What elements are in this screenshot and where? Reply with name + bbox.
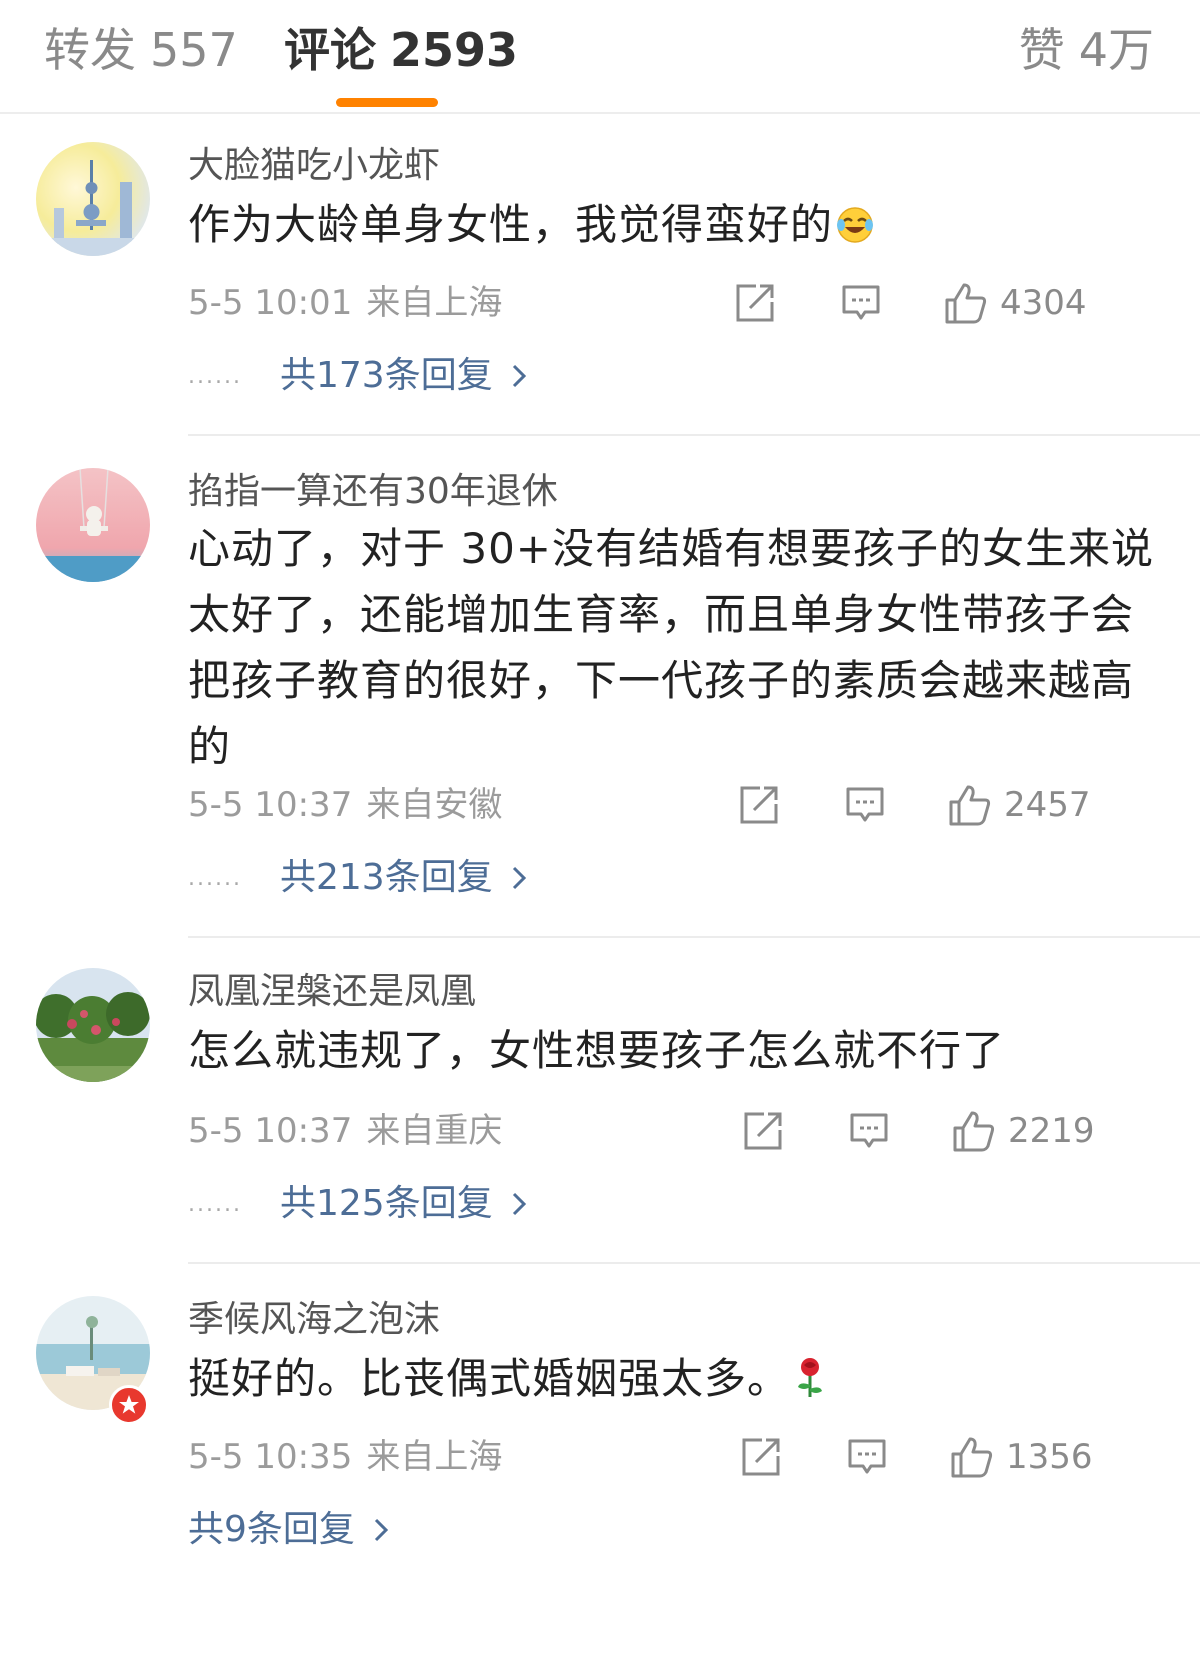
comment-icon xyxy=(848,1110,890,1152)
comment-date: 5-5 10:01 xyxy=(188,283,353,323)
replies-dots: ...... xyxy=(188,866,242,891)
replies-dots: ...... xyxy=(188,364,242,389)
comment-meta: 5-5 10:35 来自上海 xyxy=(188,1432,502,1482)
comment-text: 心动了，对于 30+没有结婚有想要孩子的女生来说太好了，还能增加生育率，而且单身… xyxy=(188,516,1168,780)
comment-text: 怎么就违规了，女性想要孩子怎么就不行了 xyxy=(188,1018,1168,1084)
comment-date: 5-5 10:37 xyxy=(188,785,353,825)
like-button[interactable]: 2457 xyxy=(948,780,1091,830)
repost-button[interactable] xyxy=(738,780,780,830)
tab-repost-count: 557 xyxy=(150,23,238,77)
comment-date: 5-5 10:37 xyxy=(188,1111,353,1151)
comment-icon xyxy=(840,282,882,324)
comment-text-body: 心动了，对于 30+没有结婚有想要孩子的女生来说太好了，还能增加生育率，而且单身… xyxy=(188,524,1154,771)
chevron-right-icon xyxy=(511,852,527,908)
like-count: 2219 xyxy=(1008,1111,1095,1151)
divider xyxy=(188,936,1200,938)
comment-date: 5-5 10:35 xyxy=(188,1437,353,1477)
tab-like-label: 赞 xyxy=(1018,23,1065,77)
replies-count: 共213条回复 xyxy=(280,857,493,898)
view-replies-link[interactable]: ...... 共173条回复 xyxy=(188,348,527,404)
divider xyxy=(188,1262,1200,1264)
like-button[interactable]: 1356 xyxy=(950,1432,1093,1482)
view-replies-link[interactable]: 共9条回复 xyxy=(188,1502,389,1558)
thumbs-up-icon xyxy=(948,783,992,827)
comment-text: 挺好的。比丧偶式婚姻强太多。 xyxy=(188,1346,1168,1418)
chevron-right-icon xyxy=(511,1178,527,1234)
like-count: 2457 xyxy=(1004,785,1091,825)
active-tab-indicator xyxy=(336,98,438,107)
comment-icon xyxy=(846,1436,888,1478)
repost-icon xyxy=(738,784,780,826)
tab-comment-count: 2593 xyxy=(390,23,519,77)
view-replies-link[interactable]: ...... 共213条回复 xyxy=(188,850,527,906)
avatar-tower-image xyxy=(36,142,150,256)
comment-location: 来自上海 xyxy=(366,283,503,323)
comment-text-body: 怎么就违规了，女性想要孩子怎么就不行了 xyxy=(188,1026,1006,1075)
like-count: 4304 xyxy=(1000,283,1087,323)
avatar-astronaut-swing-image xyxy=(36,468,150,582)
comment-button[interactable] xyxy=(840,278,882,328)
thumbs-up-icon xyxy=(950,1435,994,1479)
repost-icon xyxy=(740,1436,782,1478)
avatar[interactable] xyxy=(36,968,150,1082)
username[interactable]: 掐指一算还有30年退休 xyxy=(188,468,558,516)
comment-icon xyxy=(844,784,886,826)
username[interactable]: 大脸猫吃小龙虾 xyxy=(188,142,440,190)
comment-page: 转发 557 评论 2593 赞 4万 大脸猫吃小龙虾 作为大龄单身女性，我觉得… xyxy=(0,0,1200,1678)
comment-text-body: 挺好的。比丧偶式婚姻强太多。 xyxy=(188,1354,791,1403)
like-button[interactable]: 2219 xyxy=(952,1106,1095,1156)
view-replies-link[interactable]: ...... 共125条回复 xyxy=(188,1176,527,1232)
tab-comment-label: 评论 xyxy=(284,23,376,77)
comment-text: 作为大龄单身女性，我觉得蛮好的 xyxy=(188,192,1168,264)
comment-button[interactable] xyxy=(844,780,886,830)
avatar-garden-image xyxy=(36,968,150,1082)
comment-meta: 5-5 10:37 来自重庆 xyxy=(188,1106,502,1156)
avatar[interactable] xyxy=(36,142,150,256)
comment-text-body: 作为大龄单身女性，我觉得蛮好的 xyxy=(188,200,834,249)
thumbs-up-icon xyxy=(952,1109,996,1153)
tab-comment[interactable]: 评论 2593 xyxy=(284,20,518,80)
replies-count: 共125条回复 xyxy=(280,1183,493,1224)
comment-item: 大脸猫吃小龙虾 作为大龄单身女性，我觉得蛮好的 5-5 10:01 来自上海 43… xyxy=(0,142,1200,442)
username[interactable]: 凤凰涅槃还是凤凰 xyxy=(188,968,476,1016)
rose-emoji-icon xyxy=(792,1352,828,1418)
repost-button[interactable] xyxy=(740,1432,782,1482)
tab-bar: 转发 557 评论 2593 赞 4万 xyxy=(0,0,1200,114)
username[interactable]: 季候风海之泡沫 xyxy=(188,1296,440,1344)
like-count: 1356 xyxy=(1006,1437,1093,1477)
repost-icon xyxy=(734,282,776,324)
comment-item: 季候风海之泡沫 挺好的。比丧偶式婚姻强太多。 5-5 10:35 来自上海 135… xyxy=(0,1296,1200,1586)
tab-repost[interactable]: 转发 557 xyxy=(44,20,238,80)
divider xyxy=(188,434,1200,436)
thumbs-up-icon xyxy=(944,281,988,325)
comment-meta: 5-5 10:37 来自安徽 xyxy=(188,780,502,830)
repost-button[interactable] xyxy=(734,278,776,328)
comment-button[interactable] xyxy=(848,1106,890,1156)
comment-meta: 5-5 10:01 来自上海 xyxy=(188,278,502,328)
avatar[interactable] xyxy=(36,468,150,582)
comment-button[interactable] xyxy=(846,1432,888,1482)
replies-dots: ...... xyxy=(188,1192,242,1217)
comment-item: 掐指一算还有30年退休 心动了，对于 30+没有结婚有想要孩子的女生来说太好了，… xyxy=(0,468,1200,928)
replies-count: 共173条回复 xyxy=(280,355,493,396)
comment-location: 来自重庆 xyxy=(366,1111,503,1151)
comment-location: 来自上海 xyxy=(366,1437,503,1477)
comment-item: 凤凰涅槃还是凤凰 怎么就违规了，女性想要孩子怎么就不行了 5-5 10:37 来自… xyxy=(0,968,1200,1268)
repost-button[interactable] xyxy=(742,1106,784,1156)
comment-location: 来自安徽 xyxy=(366,785,503,825)
repost-icon xyxy=(742,1110,784,1152)
laughing-tears-emoji-icon xyxy=(835,198,875,264)
tab-repost-label: 转发 xyxy=(44,23,136,77)
replies-count: 共9条回复 xyxy=(188,1509,355,1550)
chevron-right-icon xyxy=(373,1504,389,1560)
verified-badge-icon xyxy=(109,1385,149,1425)
like-button[interactable]: 4304 xyxy=(944,278,1087,328)
chevron-right-icon xyxy=(511,350,527,406)
tab-like[interactable]: 赞 4万 xyxy=(1019,20,1154,80)
tab-like-count: 4万 xyxy=(1078,23,1154,77)
